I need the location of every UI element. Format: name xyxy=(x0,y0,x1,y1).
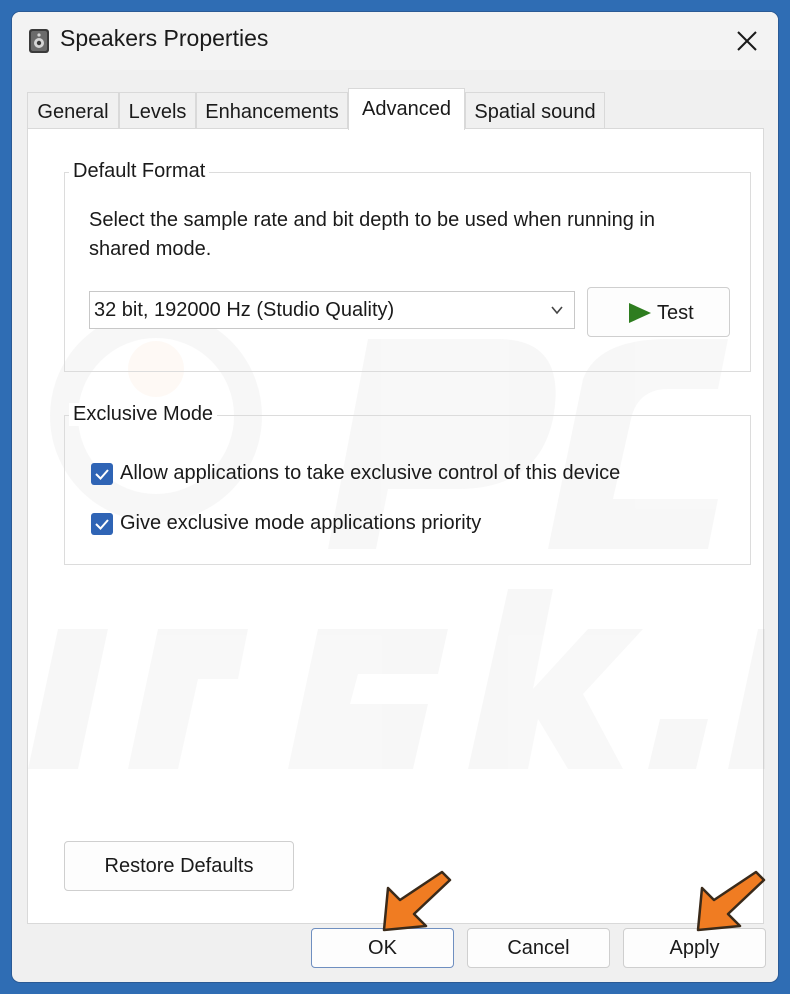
title-bar: Speakers Properties xyxy=(12,12,778,70)
speakers-properties-dialog: Speakers Properties General Levels Enhan… xyxy=(12,12,778,982)
apply-button[interactable]: Apply xyxy=(623,928,766,968)
window-title: Speakers Properties xyxy=(60,25,269,51)
exclusive-priority-checkbox[interactable] xyxy=(91,513,113,535)
exclusive-mode-label: Exclusive Mode xyxy=(69,403,218,426)
tab-general[interactable]: General xyxy=(27,92,119,128)
default-format-label: Default Format xyxy=(69,160,210,183)
allow-exclusive-control-label[interactable]: Allow applications to take exclusive con… xyxy=(120,462,620,485)
sample-rate-dropdown[interactable]: 32 bit, 192000 Hz (Studio Quality) xyxy=(89,291,575,329)
test-button[interactable]: Test xyxy=(587,287,730,337)
tab-enhancements[interactable]: Enhancements xyxy=(196,92,348,128)
sample-rate-dropdown-value: 32 bit, 192000 Hz (Studio Quality) xyxy=(94,299,395,321)
default-format-description-line-2: shared mode. xyxy=(89,238,212,260)
play-icon xyxy=(629,303,651,323)
cancel-button[interactable]: Cancel xyxy=(467,928,610,968)
allow-exclusive-control-checkbox[interactable] xyxy=(91,463,113,485)
exclusive-mode-group xyxy=(64,415,751,565)
tab-levels[interactable]: Levels xyxy=(119,92,196,128)
exclusive-priority-label[interactable]: Give exclusive mode applications priorit… xyxy=(120,512,481,535)
default-format-description-line-1: Select the sample rate and bit depth to … xyxy=(89,209,655,231)
speaker-icon xyxy=(29,29,49,53)
tab-spatial-sound[interactable]: Spatial sound xyxy=(465,92,605,128)
close-icon[interactable] xyxy=(728,22,766,60)
default-format-group xyxy=(64,172,751,372)
chevron-down-icon xyxy=(551,306,563,315)
ok-button[interactable]: OK xyxy=(311,928,454,968)
tab-advanced[interactable]: Advanced xyxy=(348,88,465,130)
restore-defaults-button[interactable]: Restore Defaults xyxy=(64,841,294,891)
advanced-tab-panel: Default Format Select the sample rate an… xyxy=(27,128,765,924)
test-button-label: Test xyxy=(657,302,694,324)
